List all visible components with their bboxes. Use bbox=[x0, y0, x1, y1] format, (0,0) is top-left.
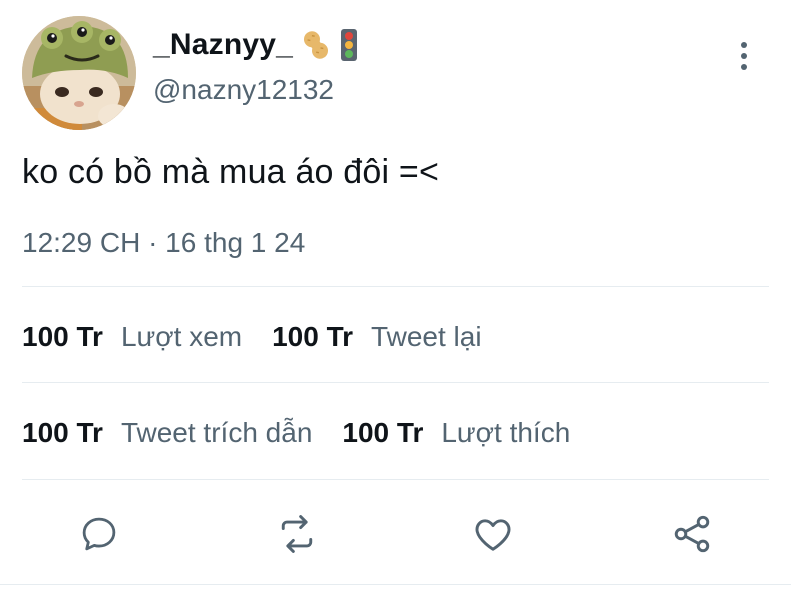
like-icon bbox=[475, 519, 511, 551]
more-vertical-icon bbox=[741, 42, 747, 70]
tweet-text: ko có bồ mà mua áo đôi =< bbox=[22, 153, 440, 191]
like-button[interactable] bbox=[470, 511, 516, 557]
divider bbox=[22, 382, 769, 383]
reply-button[interactable] bbox=[76, 511, 122, 557]
views-stat[interactable]: 100 Tr Lượt xem bbox=[22, 321, 242, 353]
retweets-count: 100 Tr bbox=[272, 321, 354, 352]
stats-row-2: 100 Tr Tweet trích dẫn 100 Tr Lượt thích bbox=[22, 413, 600, 453]
cat-in-frog-hat-avatar-image bbox=[22, 16, 136, 130]
avatar[interactable] bbox=[22, 16, 136, 130]
peanut-emoji-icon bbox=[299, 28, 333, 62]
share-icon bbox=[674, 515, 710, 553]
tweet-timestamp[interactable]: 12:29 CH · 16 thg 1 24 bbox=[22, 227, 305, 259]
views-label: Lượt xem bbox=[120, 321, 243, 352]
display-name[interactable]: _Naznyy_ bbox=[153, 28, 293, 62]
quote-tweets-count: 100 Tr bbox=[22, 417, 103, 448]
retweets-label: Tweet lại bbox=[371, 321, 482, 352]
quote-tweets-label: Tweet trích dẫn bbox=[120, 417, 313, 448]
traffic-light-emoji-icon bbox=[339, 28, 359, 62]
author-name-row[interactable]: _Naznyy_ bbox=[153, 27, 359, 63]
tweet-detail: _Naznyy_ @nazny12132 ko có bồ mà mua áo … bbox=[0, 0, 791, 600]
likes-stat[interactable]: 100 Tr Lượt thích bbox=[342, 417, 570, 449]
retweets-stat[interactable]: 100 Tr Tweet lại bbox=[272, 321, 481, 353]
likes-label: Lượt thích bbox=[441, 417, 571, 448]
likes-count: 100 Tr bbox=[342, 417, 424, 448]
bottom-divider bbox=[0, 584, 791, 585]
author-handle[interactable]: @nazny12132 bbox=[153, 74, 334, 106]
retweet-button[interactable] bbox=[274, 511, 320, 557]
stats-row-1: 100 Tr Lượt xem 100 Tr Tweet lại bbox=[22, 317, 512, 357]
share-button[interactable] bbox=[669, 511, 715, 557]
views-count: 100 Tr bbox=[22, 321, 103, 352]
more-options-button[interactable] bbox=[727, 36, 761, 76]
divider bbox=[22, 286, 769, 287]
reply-icon bbox=[82, 517, 116, 551]
retweet-icon bbox=[281, 515, 313, 553]
quote-tweets-stat[interactable]: 100 Tr Tweet trích dẫn bbox=[22, 417, 312, 449]
divider bbox=[22, 479, 769, 480]
